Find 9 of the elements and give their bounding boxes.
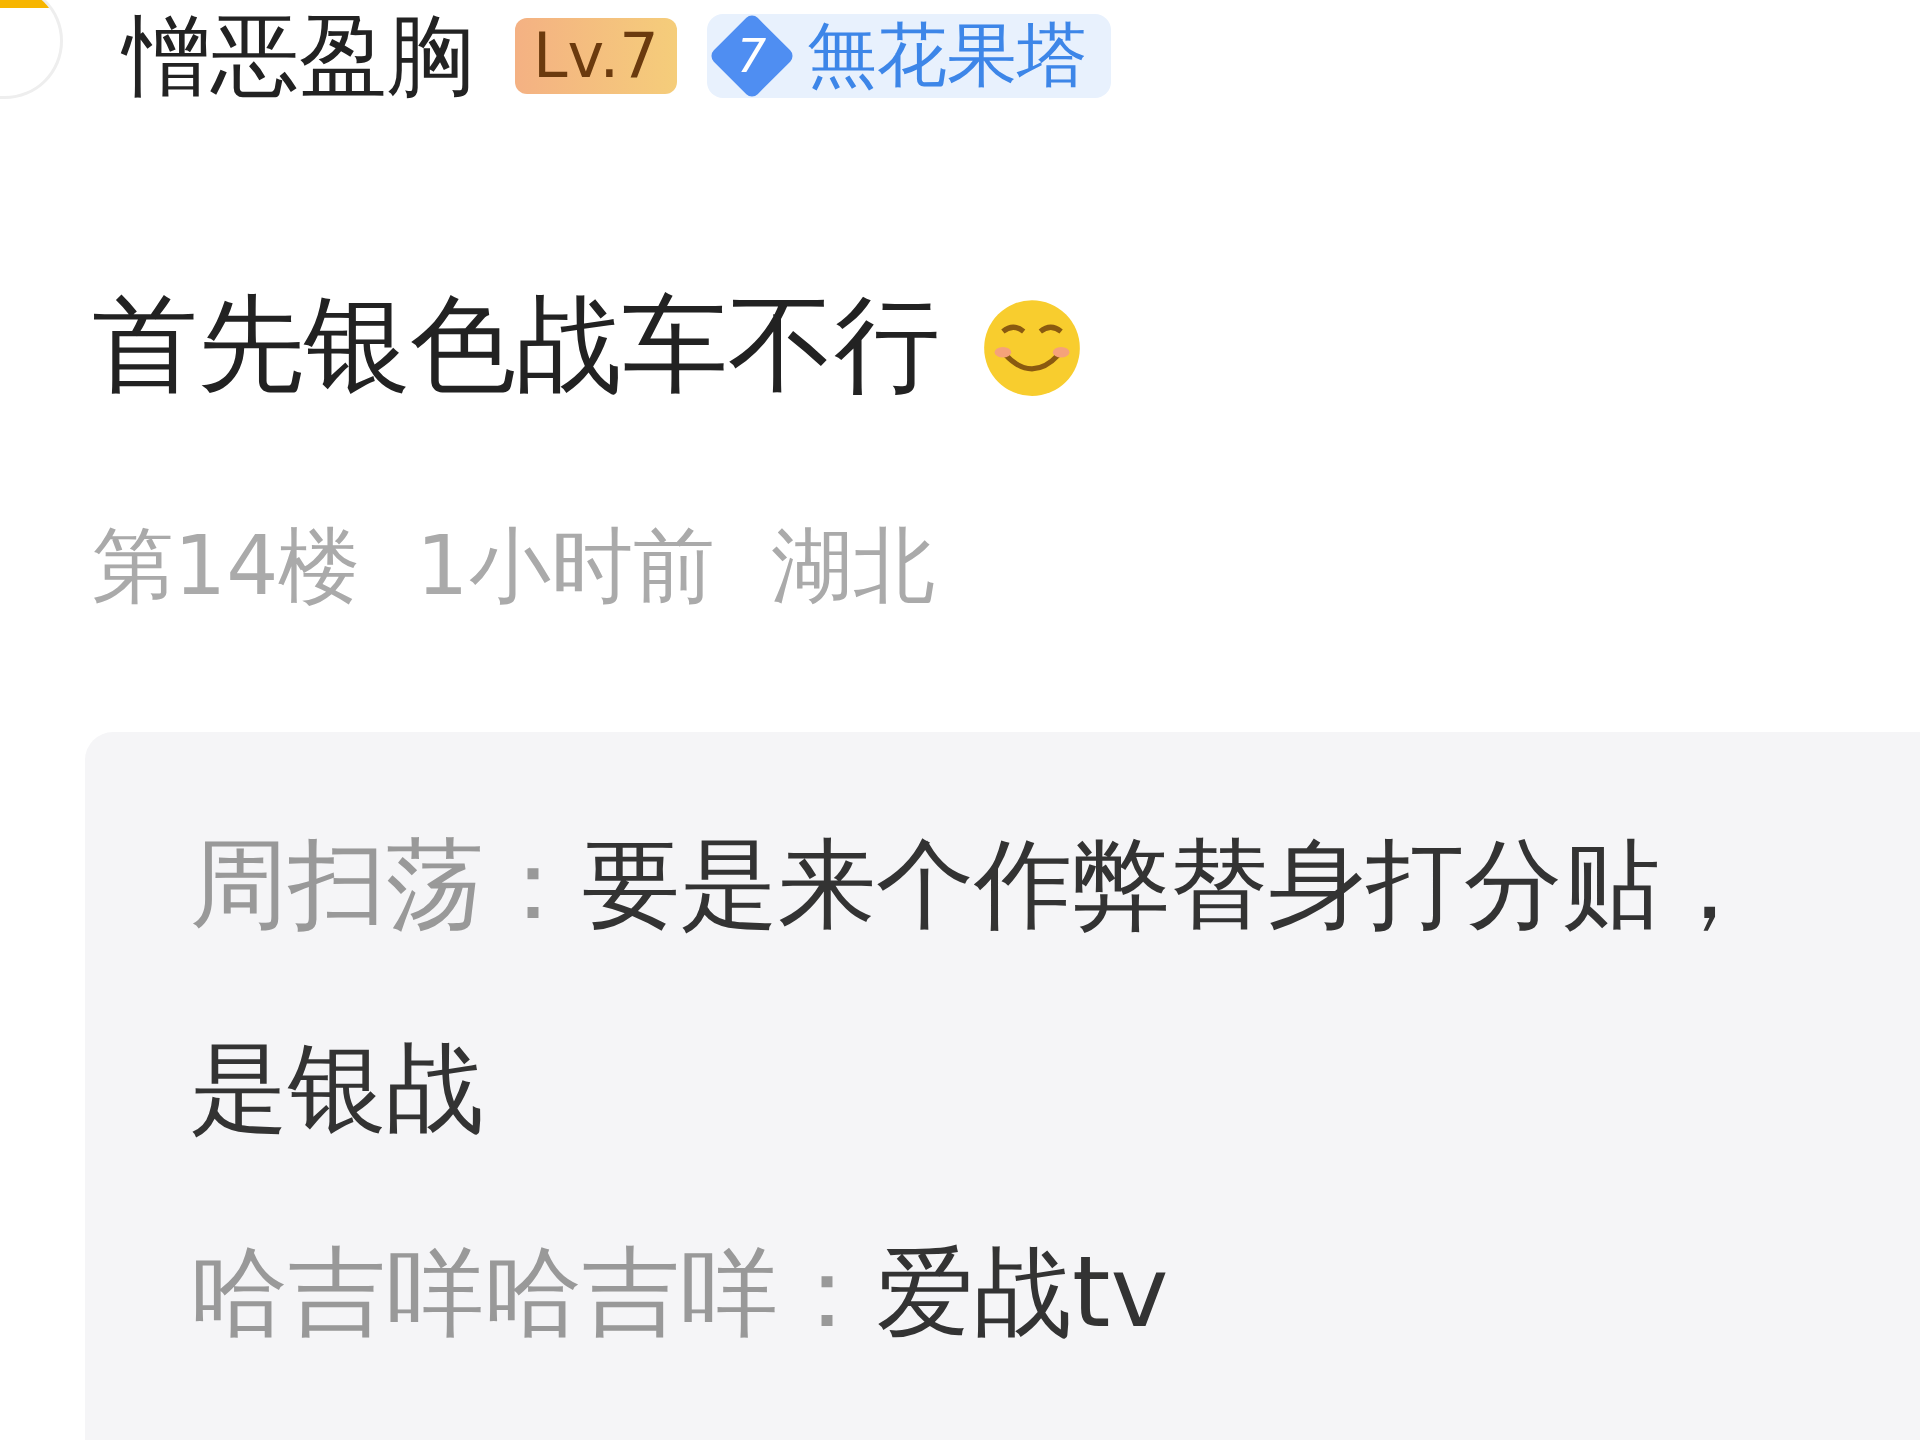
reply-text[interactable]: 周扫荡：要是来个作弊替身打分贴，是银战	[190, 782, 1810, 1190]
comment-meta: 第14楼	[92, 517, 361, 615]
reply-text[interactable]: 哈吉咩哈吉咩：爱战tv	[190, 1190, 1810, 1394]
comment-meta: 湖北	[770, 517, 935, 615]
comment-meta: 1小时前	[416, 517, 715, 615]
fan-badge-name: 無花果塔	[806, 13, 1087, 98]
level-badge: Lv.7	[515, 17, 677, 95]
comment-text: 首先银色战车不行	[92, 282, 940, 408]
username[interactable]: 憎恶盈胸	[123, 12, 475, 100]
